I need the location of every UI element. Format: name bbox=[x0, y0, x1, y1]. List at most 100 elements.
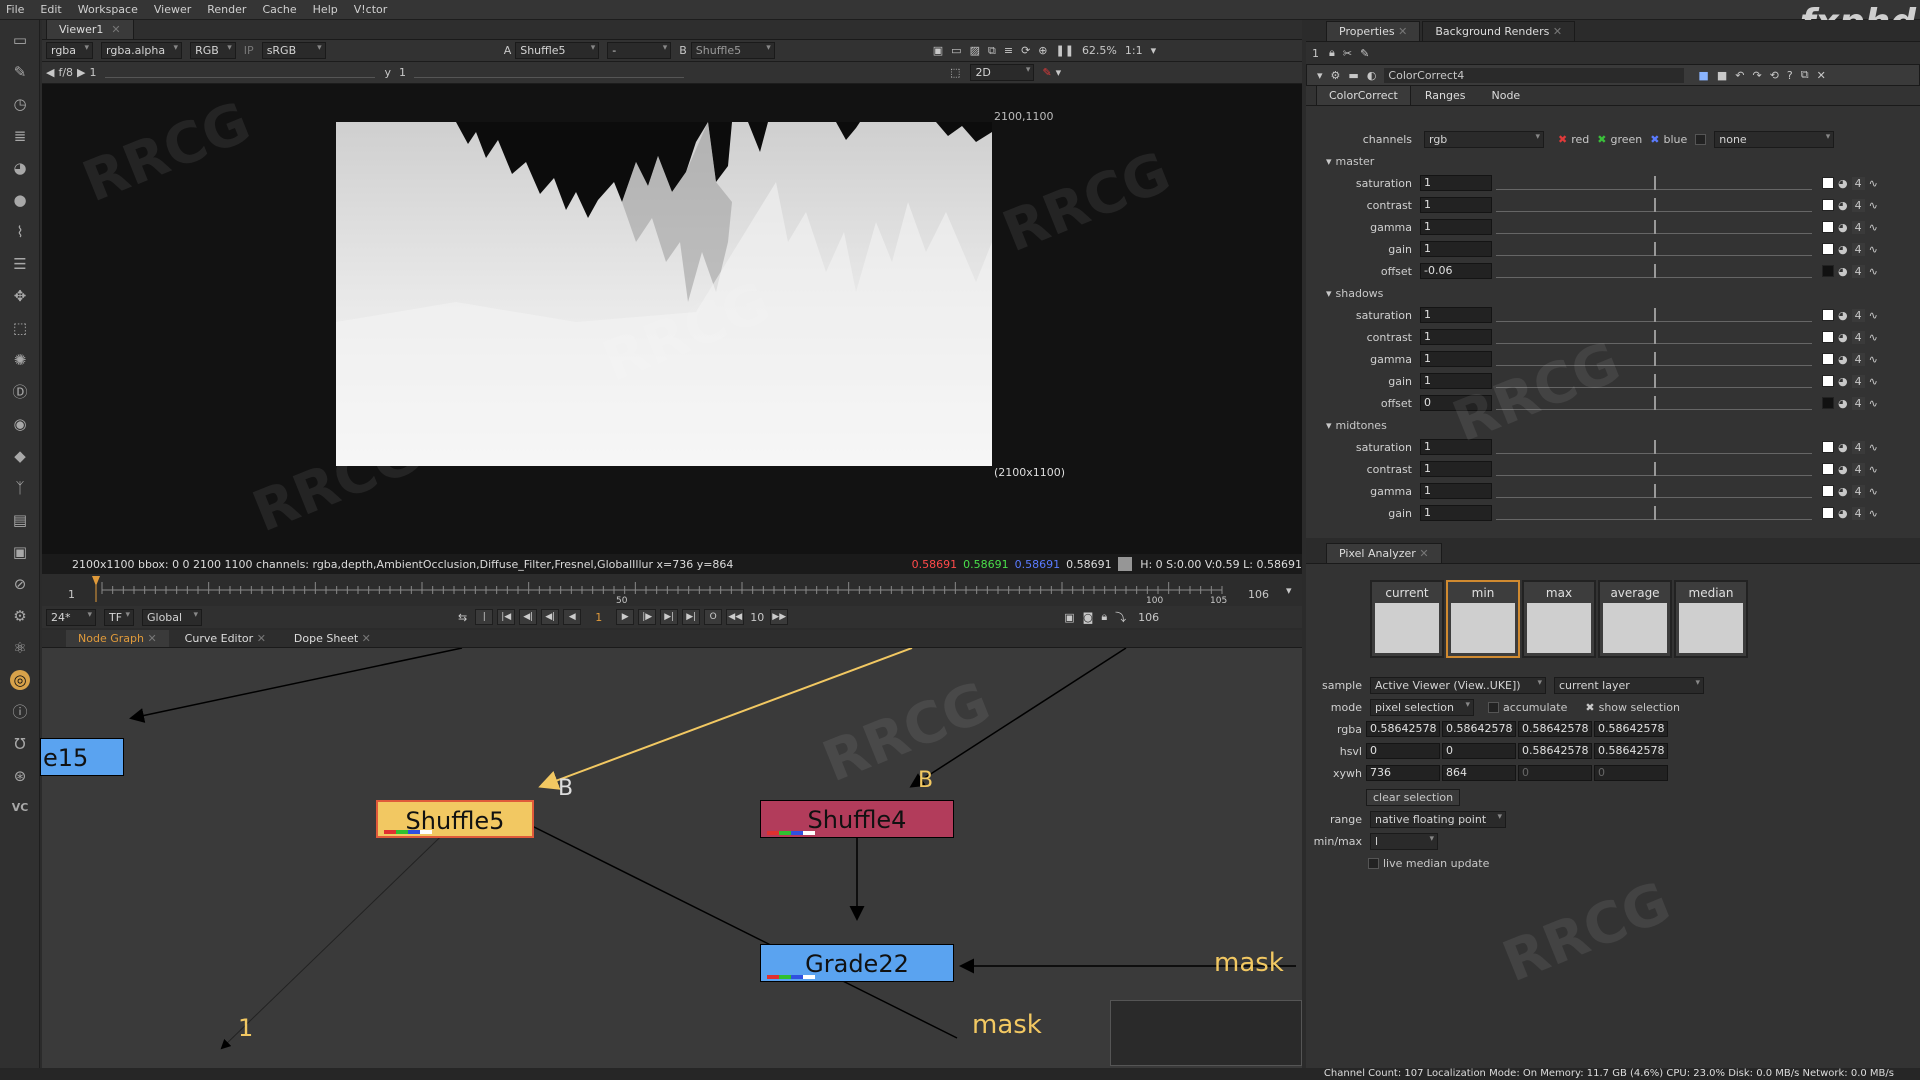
swatch-median[interactable]: median bbox=[1674, 580, 1748, 658]
param-value[interactable]: 1 bbox=[1420, 175, 1492, 191]
group-header-master[interactable]: ▾ master bbox=[1326, 152, 1374, 170]
color-swatch-icon[interactable] bbox=[1822, 353, 1834, 365]
tab-curve-editor[interactable]: Curve Editor ✕ bbox=[173, 630, 278, 647]
color-swatch-icon[interactable] bbox=[1822, 265, 1834, 277]
out-point-button[interactable]: O bbox=[704, 609, 723, 625]
param-value[interactable]: 1 bbox=[1420, 461, 1492, 477]
color-swatch-icon[interactable] bbox=[1822, 199, 1834, 211]
color-wheel-icon[interactable]: ◕ bbox=[1838, 331, 1848, 344]
curve-icon[interactable]: ∿ bbox=[1869, 309, 1878, 322]
alert-icon[interactable]: ⓘ bbox=[10, 702, 30, 722]
skip-back-button[interactable]: ◀◀ bbox=[726, 609, 745, 625]
gain-value[interactable]: 1 bbox=[90, 66, 97, 79]
globe-icon[interactable]: ⊛ bbox=[10, 766, 30, 786]
particle-icon[interactable]: ✺ bbox=[10, 350, 30, 370]
magnet-icon[interactable]: Ʊ bbox=[10, 734, 30, 754]
slider-knob[interactable] bbox=[1654, 176, 1656, 190]
channel-count-button[interactable]: 4 bbox=[1851, 374, 1865, 388]
color-wheel-icon[interactable]: ◕ bbox=[1838, 485, 1848, 498]
slider-knob[interactable] bbox=[1654, 330, 1656, 344]
slider-knob[interactable] bbox=[1654, 220, 1656, 234]
region-icon[interactable]: ▭ bbox=[951, 44, 961, 57]
param-value[interactable]: 1 bbox=[1420, 329, 1492, 345]
rgba-b[interactable]: 0.58642578 bbox=[1518, 721, 1592, 737]
layers-icon[interactable]: ☰ bbox=[10, 254, 30, 274]
minimap[interactable] bbox=[1110, 1000, 1302, 1066]
refresh-icon[interactable]: ⟳ bbox=[1021, 44, 1030, 57]
none-checkbox[interactable] bbox=[1695, 133, 1707, 145]
minmax-dropdown[interactable]: l bbox=[1370, 832, 1438, 850]
end-frame[interactable]: 106 bbox=[1138, 611, 1159, 624]
tab-node-graph[interactable]: Node Graph ✕ bbox=[66, 630, 169, 647]
list-icon[interactable]: ≡ bbox=[1004, 44, 1013, 57]
curve-icon[interactable]: ∿ bbox=[1869, 353, 1878, 366]
menu-edit[interactable]: Edit bbox=[40, 3, 61, 16]
close-icon[interactable]: ✕ bbox=[1817, 69, 1826, 82]
menu-render[interactable]: Render bbox=[207, 3, 246, 16]
photo-icon[interactable]: ▣ bbox=[10, 542, 30, 562]
loop-icon[interactable]: ⇆ bbox=[458, 611, 467, 624]
play-back-button[interactable]: ◀ bbox=[563, 609, 582, 625]
slider-knob[interactable] bbox=[1654, 198, 1656, 212]
slider-knob[interactable] bbox=[1654, 264, 1656, 278]
color-wheel-icon[interactable]: ◕ bbox=[10, 158, 30, 178]
curve-icon[interactable]: ∿ bbox=[1869, 463, 1878, 476]
menu-cache[interactable]: Cache bbox=[262, 3, 296, 16]
fps-dropdown[interactable]: 24* bbox=[46, 608, 96, 626]
color-swatch-icon[interactable] bbox=[1822, 485, 1834, 497]
color-wheel-icon[interactable]: ◕ bbox=[1838, 441, 1848, 454]
channel-count-button[interactable]: 4 bbox=[1851, 484, 1865, 498]
swatch-min[interactable]: min bbox=[1446, 580, 1520, 658]
roi-icon[interactable]: ▣ bbox=[933, 44, 943, 57]
node-graph-panel[interactable]: Node Graph ✕ Curve Editor ✕ Dope Sheet ✕… bbox=[40, 630, 1302, 1068]
param-slider[interactable] bbox=[1496, 220, 1812, 234]
node-partial-e15[interactable]: e15 bbox=[40, 738, 124, 776]
swatch-current[interactable]: current bbox=[1370, 580, 1444, 658]
channel-count-button[interactable]: 4 bbox=[1851, 176, 1865, 190]
xywh-h[interactable]: 0 bbox=[1594, 765, 1668, 781]
move-icon[interactable]: ✥ bbox=[10, 286, 30, 306]
channel-count-button[interactable]: 4 bbox=[1851, 242, 1865, 256]
tag-icon[interactable]: ◆ bbox=[10, 446, 30, 466]
channel-count-button[interactable]: 4 bbox=[1851, 462, 1865, 476]
node-shuffle5[interactable]: Shuffle5 bbox=[376, 800, 534, 838]
param-value[interactable]: 1 bbox=[1420, 307, 1492, 323]
gear-plugin-icon[interactable]: ⚙ bbox=[10, 606, 30, 626]
color-swatch-icon[interactable] bbox=[1822, 243, 1834, 255]
color-swatch-icon[interactable] bbox=[1822, 507, 1834, 519]
xywh-x[interactable]: 736 bbox=[1366, 765, 1440, 781]
layer-dropdown[interactable]: current layer bbox=[1554, 676, 1704, 694]
atom-icon[interactable]: ⚛ bbox=[10, 638, 30, 658]
prev-frame-button[interactable]: ◀| bbox=[541, 609, 560, 625]
param-slider[interactable] bbox=[1496, 198, 1812, 212]
curve-icon[interactable]: ∿ bbox=[1869, 221, 1878, 234]
first-frame-button[interactable]: |◀ bbox=[497, 609, 516, 625]
color-swatch-icon[interactable] bbox=[1822, 177, 1834, 189]
param-value[interactable]: 1 bbox=[1420, 351, 1492, 367]
color-wheel-icon[interactable]: ◕ bbox=[1838, 463, 1848, 476]
blue-checkbox[interactable]: ✖ bbox=[1650, 133, 1659, 146]
xywh-w[interactable]: 0 bbox=[1518, 765, 1592, 781]
rgba-g[interactable]: 0.58642578 bbox=[1442, 721, 1516, 737]
slider-knob[interactable] bbox=[1654, 440, 1656, 454]
accumulate-checkbox[interactable] bbox=[1488, 701, 1499, 713]
color-wheel-icon[interactable]: ◕ bbox=[1838, 243, 1848, 256]
curve-icon[interactable]: ∿ bbox=[1869, 441, 1878, 454]
param-slider[interactable] bbox=[1496, 330, 1812, 344]
timeline-ruler[interactable] bbox=[42, 574, 1302, 606]
timeline[interactable]: 1 50 100 105 106 ▾ bbox=[42, 574, 1302, 606]
lock-icon[interactable]: 🔒︎ bbox=[1101, 610, 1107, 624]
color-wheel-icon[interactable]: ◕ bbox=[1838, 353, 1848, 366]
channel-count-button[interactable]: 4 bbox=[1851, 396, 1865, 410]
cube-icon[interactable]: ⬚ bbox=[10, 318, 30, 338]
tab-node[interactable]: Node bbox=[1479, 86, 1532, 105]
slider-knob[interactable] bbox=[1654, 242, 1656, 256]
group-header-midtones[interactable]: ▾ midtones bbox=[1326, 416, 1387, 434]
color-icon-2[interactable]: ■ bbox=[1717, 69, 1727, 82]
prev-key-button[interactable]: ◀| bbox=[519, 609, 538, 625]
global-dropdown[interactable]: Global bbox=[142, 608, 202, 626]
menu-workspace[interactable]: Workspace bbox=[78, 3, 138, 16]
curve-icon[interactable]: ∿ bbox=[1869, 397, 1878, 410]
curve-icon[interactable]: ∿ bbox=[1869, 243, 1878, 256]
param-slider[interactable] bbox=[1496, 264, 1812, 278]
